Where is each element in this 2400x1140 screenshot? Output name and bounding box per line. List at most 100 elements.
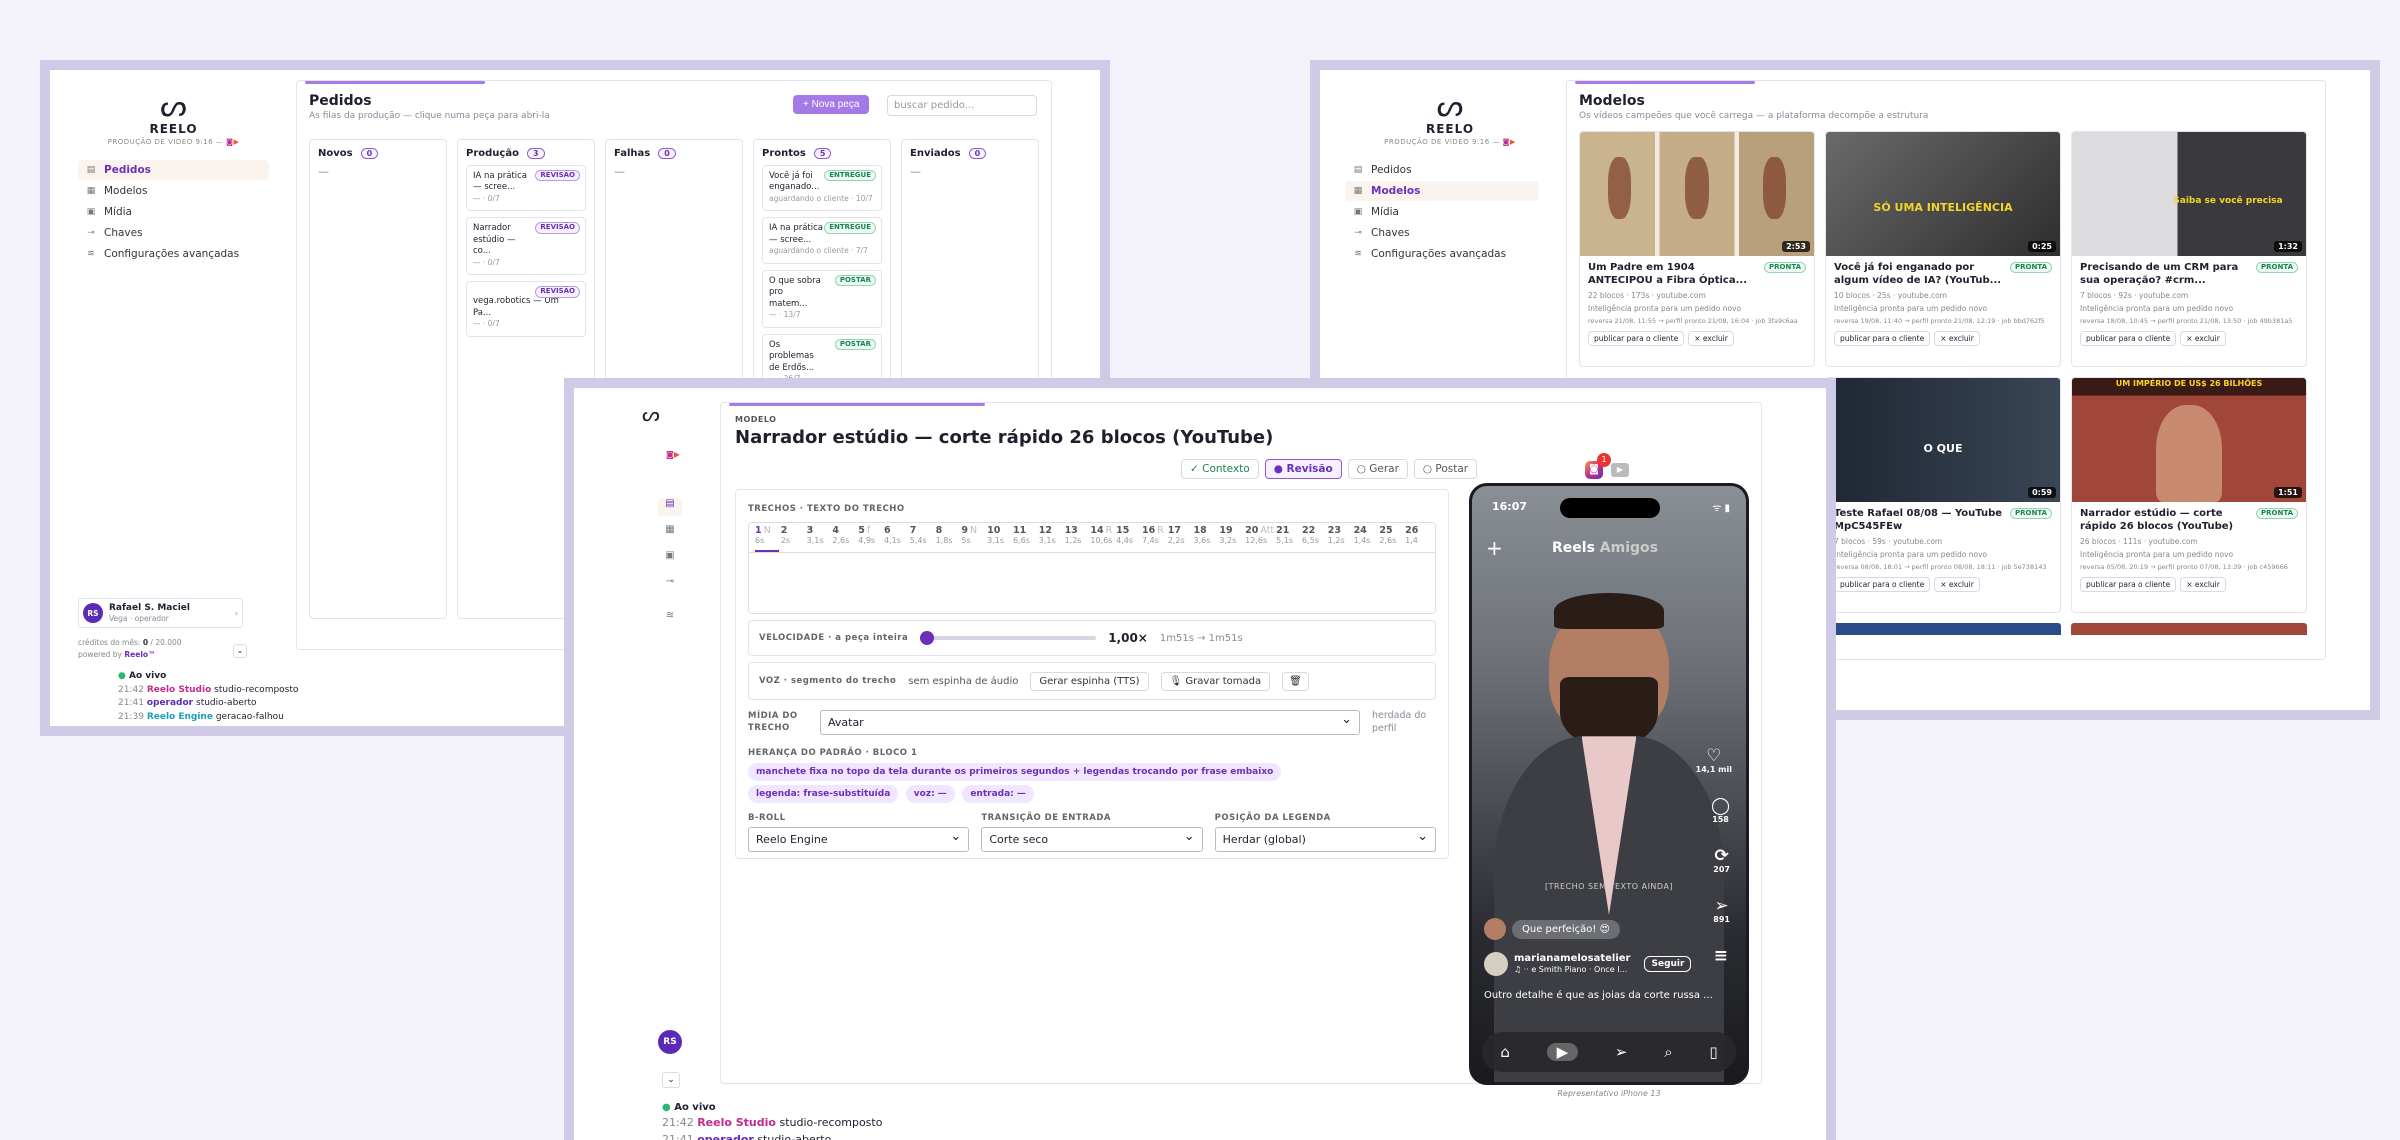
sidebar-item-config[interactable]: ≋ Configurações avançadas	[78, 244, 269, 264]
more-button[interactable]: ≡	[1714, 948, 1728, 965]
segment-tab-2[interactable]: 2 2s	[781, 523, 805, 552]
generate-tts-button[interactable]: Gerar espinha (TTS)	[1030, 671, 1149, 691]
segment-tab-19[interactable]: 19 3,2s	[1219, 523, 1243, 552]
segment-tab-18[interactable]: 18 3,6s	[1194, 523, 1218, 552]
order-card[interactable]: ENTREGUE IA na prática — scree... aguardan…	[762, 217, 882, 264]
delete-button[interactable]: × excluir	[2180, 331, 2226, 346]
caption-position-select[interactable]: Herdar (global)	[1214, 827, 1436, 853]
rail-item-pedidos[interactable]: ▤	[658, 498, 682, 516]
segment-tab-25[interactable]: 25 2,6s	[1379, 523, 1403, 552]
segment-tab-3[interactable]: 3 3,1s	[807, 523, 831, 552]
sidebar-item-pedidos[interactable]: ▤ Pedidos	[78, 160, 269, 180]
publish-button[interactable]: publicar para o cliente	[1834, 577, 1931, 592]
model-card[interactable]: Saiba se você precisa 1:32 Precisando de…	[2071, 131, 2307, 367]
rail-item-modelos[interactable]: ▦	[658, 524, 682, 535]
delete-button[interactable]: × excluir	[2180, 577, 2226, 592]
media-select[interactable]: Avatar	[820, 710, 1360, 735]
like-button[interactable]: ♡ 14,1 mil	[1696, 748, 1732, 775]
segment-tab-12[interactable]: 12 3,1s	[1039, 523, 1063, 552]
publish-button[interactable]: publicar para o cliente	[2080, 331, 2177, 346]
collapse-button[interactable]: ⌄	[233, 644, 247, 658]
user-card[interactable]: RS Rafael S. Maciel Vega · operador ›	[78, 598, 243, 628]
sidebar-item-modelos[interactable]: ▦ Modelos	[1345, 181, 1539, 201]
sidebar-item-chaves[interactable]: ⊸ Chaves	[78, 223, 269, 243]
rail-item-chaves[interactable]: ⊸	[658, 576, 682, 587]
home-icon[interactable]: ⌂	[1500, 1043, 1510, 1061]
author-avatar[interactable]	[1484, 952, 1508, 976]
order-card[interactable]: ENTREGUE Você já foi enganado... aguardand…	[762, 165, 882, 212]
sidebar-item-chaves[interactable]: ⊸ Chaves	[1345, 223, 1539, 243]
segment-tab-15[interactable]: 15 4,4s	[1116, 523, 1140, 552]
broll-select[interactable]: Reelo Engine	[748, 827, 970, 853]
publish-button[interactable]: publicar para o cliente	[1834, 331, 1931, 346]
step-contexto[interactable]: ✓ Contexto	[1181, 459, 1259, 479]
avatar[interactable]: RS	[658, 1030, 682, 1054]
segment-tab-7[interactable]: 7 5,4s	[910, 523, 934, 552]
step-gerar[interactable]: ○ Gerar	[1347, 459, 1408, 479]
slider-thumb[interactable]	[920, 631, 935, 645]
tab-amigos[interactable]: Amigos	[1600, 540, 1658, 556]
segment-tab-9[interactable]: 9 N 5s	[961, 523, 985, 552]
comment-button[interactable]: ◯ 158	[1711, 798, 1730, 825]
brand-logo[interactable]: ᔕ REELO PRODUÇÃO DE VÍDEO 9:16 — ◙▶	[78, 92, 269, 147]
segment-tab-22[interactable]: 22 6,5s	[1302, 523, 1326, 552]
record-button[interactable]: 🎙 Gravar tomada	[1160, 671, 1271, 691]
tab-reels[interactable]: Reels	[1552, 540, 1595, 556]
segment-tab-21[interactable]: 21 5,1s	[1276, 523, 1300, 552]
rail-item-midia[interactable]: ▣	[658, 550, 682, 561]
segment-tab-5[interactable]: 5 f 4,9s	[858, 523, 882, 552]
segment-tab-26[interactable]: 26 1,4	[1405, 523, 1429, 552]
sidebar-item-midia[interactable]: ▣ Mídia	[78, 202, 269, 222]
step-revisao[interactable]: ● Revisão	[1264, 459, 1342, 479]
delete-button[interactable]: × excluir	[1688, 331, 1734, 346]
segment-tab-11[interactable]: 11 6,6s	[1013, 523, 1037, 552]
search-input[interactable]: buscar pedido...	[887, 95, 1037, 116]
segment-tab-17[interactable]: 17 2,2s	[1168, 523, 1192, 552]
transition-select[interactable]: Corte seco	[981, 827, 1203, 853]
delete-button[interactable]: × excluir	[1934, 577, 1980, 592]
add-icon[interactable]: +	[1486, 536, 1503, 560]
brand-logo[interactable]: ᔕ REELO PRODUÇÃO DE VÍDEO 9:16 — ◙▶	[1380, 92, 1520, 147]
sidebar-item-config[interactable]: ≋ Configurações avançadas	[1345, 244, 1539, 264]
reelo-logo-icon[interactable]: ᔕ	[642, 402, 660, 426]
step-postar[interactable]: ○ Postar	[1413, 459, 1478, 479]
segment-tab-14[interactable]: 14 R 10,6s	[1090, 523, 1114, 552]
segment-text-area[interactable]	[749, 553, 1435, 611]
segment-tab-6[interactable]: 6 4,1s	[884, 523, 908, 552]
delete-audio-button[interactable]: 🗑	[1282, 671, 1309, 691]
author-name[interactable]: marianamelosatelier	[1514, 953, 1630, 965]
segment-tab-23[interactable]: 23 1,2s	[1328, 523, 1352, 552]
reels-icon[interactable]: ▶	[1546, 1043, 1579, 1061]
new-piece-button[interactable]: + Nova peça	[793, 95, 870, 114]
share-button[interactable]: ➢ 891	[1713, 898, 1730, 925]
model-card[interactable]: 2:53 Um Padre em 1904 ANTECIPOU a Fibra …	[1579, 131, 1815, 367]
segment-tab-4[interactable]: 4 2,6s	[832, 523, 856, 552]
order-card[interactable]: POSTAR O que sobra pro matem... — · 13/7	[762, 269, 882, 328]
segment-tab-8[interactable]: 8 1,8s	[936, 523, 960, 552]
order-card[interactable]: REVISÃO IA na prática — scree... — · 0/7	[466, 165, 586, 212]
order-card[interactable]: REVISÃO vega.robotics — Um Pa... — · 0/7	[466, 281, 586, 337]
sidebar-item-modelos[interactable]: ▦ Modelos	[78, 181, 269, 201]
order-card[interactable]: REVISÃO Narrador estúdio — co... — · 0/7	[466, 217, 586, 276]
model-card[interactable]: O QUE 0:59 Teste Rafael 08/08 — YouTube …	[1825, 377, 2061, 613]
profile-icon[interactable]: ▯	[1709, 1043, 1717, 1061]
delete-button[interactable]: × excluir	[1934, 331, 1980, 346]
publish-button[interactable]: publicar para o cliente	[2080, 577, 2177, 592]
model-card[interactable]: UM IMPÉRIO DE US$ 26 BILHÕES 1:51 Narrad…	[2071, 377, 2307, 613]
model-card[interactable]: SÓ UMA INTELIGÊNCIA 0:25 Você já foi eng…	[1825, 131, 2061, 367]
segment-tab-1[interactable]: 1 N 6s	[755, 523, 779, 552]
collapse-button[interactable]: ⌄	[662, 1072, 680, 1088]
speed-slider[interactable]	[920, 631, 1097, 645]
search-icon[interactable]: ⌕	[1664, 1043, 1672, 1061]
rail-item-config[interactable]: ≋	[658, 610, 682, 621]
follow-button[interactable]: Seguir	[1644, 956, 1692, 972]
publish-button[interactable]: publicar para o cliente	[1588, 331, 1685, 346]
repost-button[interactable]: ⟳ 207	[1713, 848, 1730, 875]
segment-tab-20[interactable]: 20 Att 12,6s	[1245, 523, 1274, 552]
segment-tab-24[interactable]: 24 1,4s	[1354, 523, 1378, 552]
send-nav-icon[interactable]: ➢	[1615, 1043, 1628, 1061]
sidebar-item-pedidos[interactable]: ▤ Pedidos	[1345, 160, 1539, 180]
segment-tab-13[interactable]: 13 1,2s	[1065, 523, 1089, 552]
segment-tab-10[interactable]: 10 3,1s	[987, 523, 1011, 552]
youtube-icon[interactable]: ▶	[1611, 463, 1629, 477]
